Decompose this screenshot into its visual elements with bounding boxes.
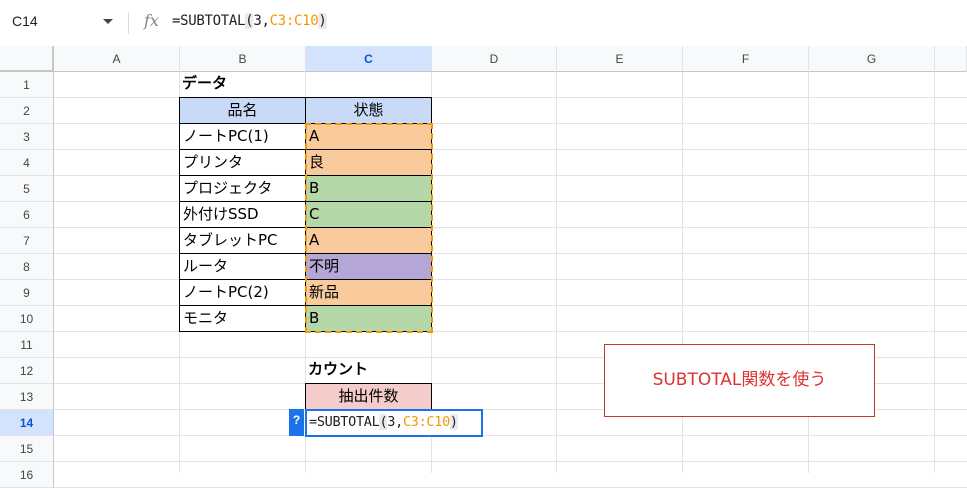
table-cell-item[interactable]: プリンタ xyxy=(179,149,306,176)
gridline-vertical xyxy=(556,72,557,473)
count-header-cell[interactable]: 抽出件数 xyxy=(305,383,432,410)
formula-close-paren: ) xyxy=(449,414,458,430)
row-header-12[interactable]: 12 xyxy=(0,358,54,384)
column-header-a[interactable]: A xyxy=(54,46,180,72)
chevron-down-icon[interactable] xyxy=(103,19,113,24)
row-header-1[interactable]: 1 xyxy=(0,72,54,98)
formula-arg: 3, xyxy=(387,414,403,430)
formula-input[interactable]: =SUBTOTAL(3,C3:C10) xyxy=(172,13,327,29)
annotation-callout: SUBTOTAL関数を使う xyxy=(604,344,875,417)
gridline-horizontal xyxy=(54,461,967,462)
select-all-corner[interactable] xyxy=(0,46,54,72)
row-header-6[interactable]: 6 xyxy=(0,202,54,228)
formula-help-icon[interactable]: ? xyxy=(289,409,304,436)
column-header-c[interactable]: C xyxy=(306,46,432,72)
row-header-11[interactable]: 11 xyxy=(0,332,54,358)
row-header-2[interactable]: 2 xyxy=(0,98,54,124)
formula-arg: 3, xyxy=(253,13,270,29)
row-header-10[interactable]: 10 xyxy=(0,306,54,332)
name-box[interactable]: C14 xyxy=(12,13,38,29)
row-header-13[interactable]: 13 xyxy=(0,384,54,410)
table-cell-item[interactable]: プロジェクタ xyxy=(179,175,306,202)
column-header-b[interactable]: B xyxy=(180,46,306,72)
column-header-e[interactable]: E xyxy=(557,46,683,72)
table-header-item[interactable]: 品名 xyxy=(179,97,306,124)
table-cell-item[interactable]: ノートPC(1) xyxy=(179,123,306,150)
formula-range-ref: C3:C10 xyxy=(402,414,450,430)
column-header-g[interactable]: G xyxy=(809,46,935,72)
column-header-d[interactable]: D xyxy=(432,46,557,72)
row-header-8[interactable]: 8 xyxy=(0,254,54,280)
row-header-5[interactable]: 5 xyxy=(0,176,54,202)
row-header-15[interactable]: 15 xyxy=(0,436,54,462)
formula-bar-divider xyxy=(128,12,129,34)
fx-icon: fx xyxy=(144,11,159,30)
table-cell-item[interactable]: 外付けSSD xyxy=(179,201,306,228)
table-cell-item[interactable]: ノートPC(2) xyxy=(179,279,306,306)
gridline-horizontal xyxy=(54,435,967,436)
row-header-3[interactable]: 3 xyxy=(0,124,54,150)
table-cell-item[interactable]: モニタ xyxy=(179,305,306,332)
formula-function: =SUBTOTAL xyxy=(172,13,246,29)
gridline-vertical xyxy=(934,72,935,473)
row-header-14[interactable]: 14 xyxy=(0,410,54,436)
column-header-f[interactable]: F xyxy=(683,46,809,72)
cell-data-title[interactable]: データ xyxy=(179,71,306,98)
cell-editor-c14[interactable]: =SUBTOTAL(3,C3:C10) xyxy=(305,409,483,437)
table-cell-item[interactable]: タブレットPC xyxy=(179,227,306,254)
formula-range-ref: C3:C10 xyxy=(269,13,319,29)
table-cell-item[interactable]: ルータ xyxy=(179,253,306,280)
row-header-9[interactable]: 9 xyxy=(0,280,54,306)
cell-count-title[interactable]: カウント xyxy=(305,357,432,384)
formula-close-paren: ) xyxy=(318,13,327,29)
formula-function: =SUBTOTAL xyxy=(309,414,380,430)
row-header-16[interactable]: 16 xyxy=(0,462,54,488)
formula-bar: C14 fx =SUBTOTAL(3,C3:C10) xyxy=(0,0,967,47)
range-highlight-c3-c10 xyxy=(305,123,433,333)
table-header-status[interactable]: 状態 xyxy=(305,97,432,124)
row-header-4[interactable]: 4 xyxy=(0,150,54,176)
column-header-partial[interactable] xyxy=(935,46,967,72)
row-header-7[interactable]: 7 xyxy=(0,228,54,254)
